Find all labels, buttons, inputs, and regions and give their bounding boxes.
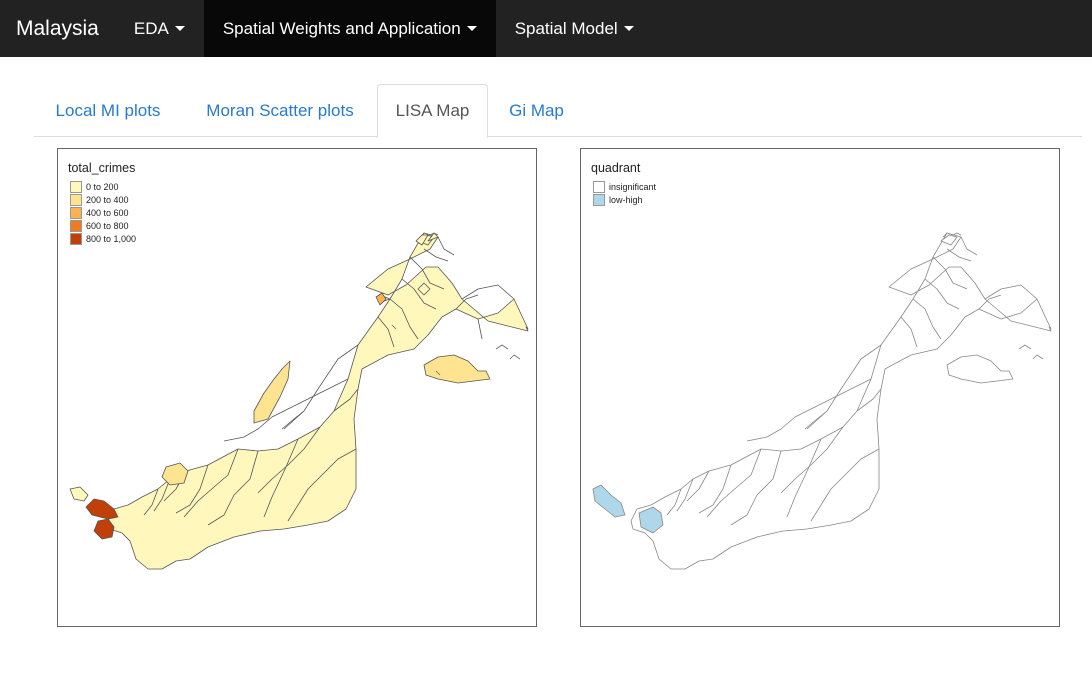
legend-swatch [593,193,605,206]
map-region [161,462,189,486]
nav-item-spatial-weights[interactable]: Spatial Weights and Application [203,0,496,57]
map-region [85,498,119,520]
caret-down-icon [466,26,477,31]
legend-swatch [70,219,82,232]
legend-label: 0 to 200 [86,181,119,192]
caret-down-icon [623,26,634,31]
map-region [630,232,1052,570]
top-navbar: Malaysia EDA Spatial Weights and Applica… [0,0,1092,57]
legend-item: 400 to 600 [70,206,129,219]
map-region [253,360,291,424]
legend-item: low-high [593,193,643,206]
tab-local-mi-plots-label: Local MI plots [55,100,161,120]
nav-item-spatial-model-label: Spatial Model [514,18,618,38]
legend-swatch [70,206,82,219]
map-region [592,484,626,518]
nav-item-eda-label: EDA [133,18,169,38]
legend-item: 600 to 800 [70,219,129,232]
legend-label: 800 to 1,000 [86,233,137,244]
nav-item-spatial-weights-label: Spatial Weights and Application [222,18,461,38]
legend-label: insignificant [609,181,657,192]
nav-item-spatial-model[interactable]: Spatial Model [496,0,653,57]
legend-item: 200 to 400 [70,193,129,206]
nav-item-eda[interactable]: EDA [115,0,204,57]
total-crimes-map [69,232,529,570]
legend-swatch [593,180,605,193]
map-region [69,486,89,502]
map-region [107,232,529,570]
tab-lisa-map[interactable]: LISA Map [377,84,488,138]
legend-item: 800 to 1,000 [70,232,136,245]
legend-label: 600 to 800 [86,220,129,231]
total-crimes-map-panel: total_crimes 0 to 200 200 to 400 400 to … [57,148,537,627]
tab-gi-map-label: Gi Map [509,100,564,120]
tab-moran-scatter-plots[interactable]: Moran Scatter plots [184,84,376,137]
tab-local-mi-plots[interactable]: Local MI plots [34,84,182,137]
lisa-quadrant-map-panel: quadrant insignificant low-high [580,148,1060,627]
legend-swatch [70,193,82,206]
caret-down-icon [174,26,185,31]
legend-label: low-high [609,194,643,205]
legend-swatch [70,232,82,245]
legend-item: 0 to 200 [70,180,119,193]
legend-label: 200 to 400 [86,194,129,205]
legend-item: insignificant [593,180,656,193]
legend-swatch [70,180,82,193]
lisa-quadrant-map [592,232,1052,570]
tab-lisa-map-label: LISA Map [395,101,470,120]
tab-moran-scatter-plots-label: Moran Scatter plots [206,100,354,120]
map-region [423,354,491,384]
navbar-brand[interactable]: Malaysia [0,0,115,57]
legend-title: quadrant [591,161,641,175]
tab-bar: Local MI plots Moran Scatter plots LISA … [34,84,1082,138]
legend-title: total_crimes [68,161,136,175]
legend-label: 400 to 600 [86,207,129,218]
map-region [375,292,387,306]
map-region [946,354,1014,384]
tab-gi-map[interactable]: Gi Map [494,84,579,137]
